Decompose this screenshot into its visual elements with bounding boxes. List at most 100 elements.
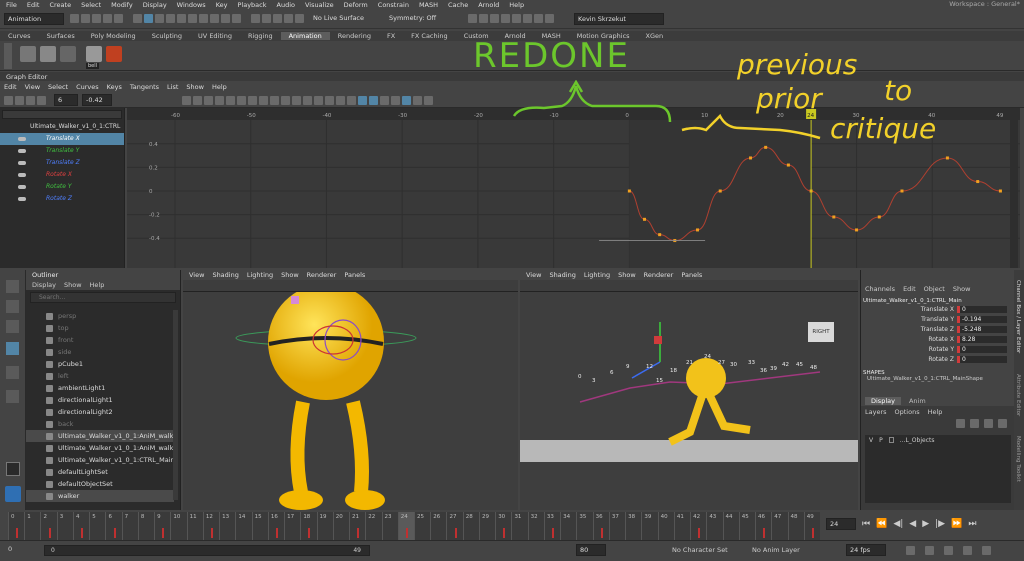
object-mode-icon[interactable] <box>144 14 153 23</box>
keyframe[interactable] <box>658 233 662 237</box>
vp1-menu-panels[interactable]: Panels <box>344 271 365 279</box>
shelf-tool-3-icon[interactable] <box>60 46 76 62</box>
value-field[interactable]: -0.42 <box>82 94 112 106</box>
channel-attr-rotate-y[interactable]: Rotate Y0 <box>861 344 1014 354</box>
outliner-item[interactable]: walker <box>26 490 174 502</box>
sound-icon[interactable] <box>963 546 972 555</box>
timeline-tick[interactable]: 31 <box>511 512 527 540</box>
keyframe[interactable] <box>945 156 949 160</box>
vp1-menu-show[interactable]: Show <box>281 271 299 279</box>
load-selected-icon[interactable] <box>369 95 378 105</box>
layer-tab-anim[interactable]: Anim <box>905 397 930 405</box>
make-live-icon[interactable] <box>295 14 304 23</box>
keyframe[interactable] <box>696 228 700 232</box>
layer-menu-help[interactable]: Help <box>928 408 943 416</box>
shelf-tab-fx[interactable]: FX <box>379 32 403 40</box>
normalize-icon[interactable] <box>380 95 389 105</box>
menu-help[interactable]: Help <box>509 1 524 9</box>
channel-attr-value[interactable]: 8.28 <box>957 335 1007 343</box>
open-scene-icon[interactable] <box>81 14 90 23</box>
keyframe[interactable] <box>900 189 904 193</box>
timeline-tick[interactable]: 8 <box>137 512 154 540</box>
new-scene-icon[interactable] <box>70 14 79 23</box>
step-forward-frame-icon[interactable]: |▶ <box>935 519 945 529</box>
fps-dropdown[interactable]: 24 fps <box>846 544 886 556</box>
vp1-menu-renderer[interactable]: Renderer <box>307 271 337 279</box>
shelf-tab-rigging[interactable]: Rigging <box>240 32 281 40</box>
shelf-bell-tool-icon[interactable] <box>86 46 102 62</box>
lock-weight-icon[interactable] <box>325 95 334 105</box>
menu-modify[interactable]: Modify <box>111 1 133 9</box>
graph-channel-rotate-z[interactable]: Rotate Z <box>0 193 124 205</box>
outliner-item[interactable]: defaultLightSet <box>26 466 174 478</box>
paint-select-icon[interactable] <box>6 320 19 333</box>
redo-icon[interactable] <box>114 14 123 23</box>
timeline-tick[interactable]: 48 <box>787 512 804 540</box>
keyframe[interactable] <box>832 215 836 219</box>
layer-playback-toggle[interactable]: P <box>879 437 883 444</box>
channel-attr-translate-x[interactable]: Translate X0 <box>861 304 1014 314</box>
step-back-key-icon[interactable]: ⏪ <box>876 519 887 529</box>
menu-select[interactable]: Select <box>81 1 101 9</box>
keyframe[interactable] <box>718 189 722 193</box>
shelf-tab-rendering[interactable]: Rendering <box>330 32 379 40</box>
outliner-item[interactable]: front <box>26 334 174 346</box>
timeline-tick[interactable]: 23 <box>381 512 398 540</box>
denormalize-icon[interactable] <box>391 95 400 105</box>
channel-visibility-icon[interactable] <box>18 161 26 165</box>
outliner-item[interactable]: directionalLight2 <box>26 406 174 418</box>
timeline-tick[interactable]: 13 <box>219 512 235 540</box>
outliner-item[interactable]: side <box>26 346 174 358</box>
step-tangent-icon[interactable] <box>281 95 290 105</box>
timeline-tick[interactable]: 26 <box>430 512 446 540</box>
menuset-dropdown[interactable]: Animation <box>4 12 64 25</box>
shelf-tool-1-icon[interactable] <box>20 46 36 62</box>
keyframe[interactable] <box>643 217 647 221</box>
select-curves-icon[interactable] <box>188 14 197 23</box>
stacked-view-icon[interactable] <box>402 95 411 105</box>
plateau-tangent-icon[interactable] <box>292 95 301 105</box>
auto-load-icon[interactable] <box>358 95 367 105</box>
center-current-icon[interactable] <box>215 95 224 105</box>
layer-row[interactable]: V P ...L_Objects <box>865 435 1011 445</box>
select-dynamics-icon[interactable] <box>221 14 230 23</box>
menu-windows[interactable]: Windows <box>177 1 206 9</box>
shelf-tab-poly-modeling[interactable]: Poly Modeling <box>83 32 144 40</box>
move-layer-up-icon[interactable] <box>984 418 993 428</box>
lattice-deform-icon[interactable] <box>26 95 35 105</box>
post-infinity-icon[interactable] <box>424 95 433 105</box>
channel-visibility-icon[interactable] <box>18 197 26 201</box>
timeline-tick[interactable]: 45 <box>738 512 755 540</box>
component-mode-icon[interactable] <box>155 14 164 23</box>
channel-attr-rotate-x[interactable]: Rotate X 8.28 <box>861 334 1014 344</box>
save-scene-icon[interactable] <box>92 14 101 23</box>
play-back-icon[interactable]: ◀ <box>909 519 916 529</box>
select-surfaces-icon[interactable] <box>199 14 208 23</box>
keyframe[interactable] <box>749 156 753 160</box>
outliner-item[interactable]: Ultimate_Walker_v1_0_1:AniM_walker_M <box>26 430 174 442</box>
channel-visibility-icon[interactable] <box>18 137 26 141</box>
timeline-tick[interactable]: 1 <box>24 512 40 540</box>
graph-channel-translate-y[interactable]: Translate Y <box>0 145 124 157</box>
auto-key-icon[interactable] <box>925 546 934 555</box>
viewport-front[interactable]: View Shading Lighting Show Renderer Pane… <box>183 270 518 510</box>
channel-attr-value[interactable]: 0 <box>957 355 1007 363</box>
snap-plane-icon[interactable] <box>284 14 293 23</box>
shelf-tab-surfaces[interactable]: Surfaces <box>39 32 83 40</box>
menu-create[interactable]: Create <box>49 1 71 9</box>
channel-tab-object[interactable]: Object <box>924 285 945 293</box>
layer-menu-options[interactable]: Options <box>895 408 920 416</box>
select-tool-icon[interactable] <box>6 280 19 293</box>
outliner-menu-help[interactable]: Help <box>90 281 105 289</box>
move-tool-icon[interactable] <box>6 342 19 355</box>
channel-attr-value[interactable]: -5.248 <box>957 325 1007 333</box>
symmetry-dropdown[interactable]: Symmetry: Off <box>386 13 450 25</box>
menu-arnold[interactable]: Arnold <box>478 1 499 9</box>
channel-attr-rotate-z[interactable]: Rotate Z0 <box>861 354 1014 364</box>
outliner-item[interactable]: persp <box>26 310 174 322</box>
maya-logo-icon[interactable] <box>5 486 21 502</box>
timeline-tick[interactable]: 19 <box>316 512 333 540</box>
graph-menu-tangents[interactable]: Tangents <box>130 83 159 91</box>
go-to-start-icon[interactable]: ⏮ <box>862 519 870 529</box>
outliner-item[interactable]: top <box>26 322 174 334</box>
